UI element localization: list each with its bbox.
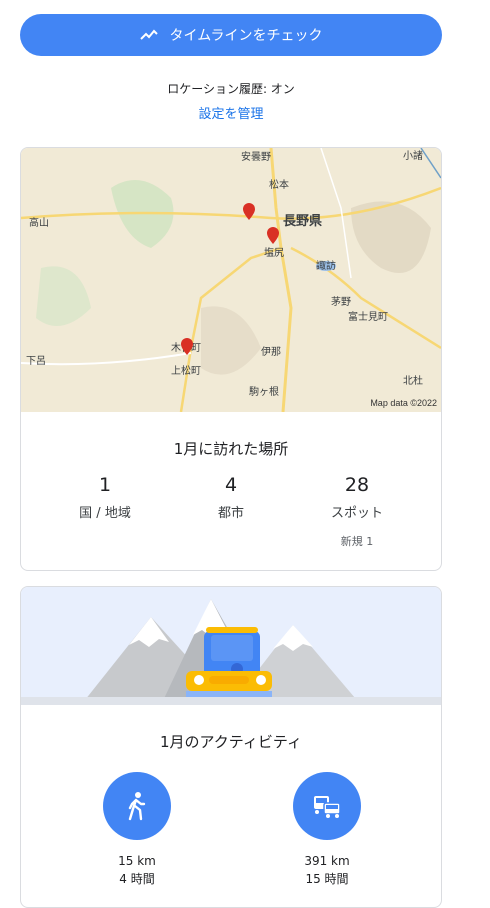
map-credit: Map data ©2022	[370, 398, 437, 408]
driving-icon	[314, 796, 341, 818]
map-label: 北杜	[403, 374, 423, 387]
timeline-button[interactable]: タイムラインをチェック	[20, 14, 442, 56]
map-label: 上松町	[171, 364, 201, 377]
activity-driving[interactable]: 391 km 15 時間	[292, 772, 362, 888]
stat-value: 28	[344, 474, 370, 496]
stat-spots: 28 スポット 新規 1	[287, 474, 427, 549]
walking-button[interactable]	[103, 772, 171, 840]
map-label: 小諸	[403, 149, 423, 162]
activity-card: 1月のアクティビティ 15 km 4 時間 391 km 15 時間	[20, 586, 442, 908]
activity-walking[interactable]: 15 km 4 時間	[102, 772, 172, 888]
map-label: 松本	[269, 178, 289, 191]
map-label: 駒ヶ根	[249, 385, 279, 398]
stat-new-badge: 新規 1	[340, 535, 374, 548]
map-label: 下呂	[26, 355, 46, 367]
map-label: 伊那	[261, 346, 281, 358]
driving-distance: 391 km	[304, 854, 350, 868]
map-label: 長野県	[283, 214, 322, 229]
driving-button[interactable]	[293, 772, 361, 840]
map-label: 富士見町	[348, 310, 388, 323]
walking-duration: 4 時間	[119, 872, 155, 886]
timeline-button-label: タイムラインをチェック	[169, 28, 323, 44]
activity-title: 1月のアクティビティ	[160, 733, 302, 751]
walking-icon	[128, 792, 146, 821]
places-title: 1月に訪れた場所	[173, 440, 289, 458]
stat-value: 4	[224, 474, 238, 496]
location-history-status: ロケーション履歴: オン	[167, 82, 295, 96]
map-label: 塩尻	[264, 246, 284, 259]
walking-distance: 15 km	[118, 854, 156, 868]
map-label: 諏訪	[316, 259, 336, 272]
stat-countries: 1 国 / 地域	[35, 474, 175, 521]
stat-cities: 4 都市	[161, 474, 301, 521]
stat-label: 都市	[217, 506, 244, 521]
map-label: 高山	[29, 216, 49, 229]
stat-value: 1	[98, 474, 112, 496]
stat-label: スポット	[330, 506, 383, 521]
visited-map[interactable]: 安曇野 松本 小諸 長野県 塩尻 諏訪 高山 茅野 富士見町 木曽町 上松町 伊…	[21, 148, 441, 412]
driving-duration: 15 時間	[305, 872, 349, 886]
map-label: 安曇野	[241, 150, 271, 163]
manage-settings-link[interactable]: 設定を管理	[0, 103, 462, 122]
map-label: 茅野	[331, 296, 351, 308]
timeline-trend-icon	[140, 29, 159, 40]
stat-label: 国 / 地域	[79, 506, 131, 521]
places-card: 安曇野 松本 小諸 長野県 塩尻 諏訪 高山 茅野 富士見町 木曽町 上松町 伊…	[20, 147, 442, 571]
mountain-car-illustration	[21, 587, 441, 705]
